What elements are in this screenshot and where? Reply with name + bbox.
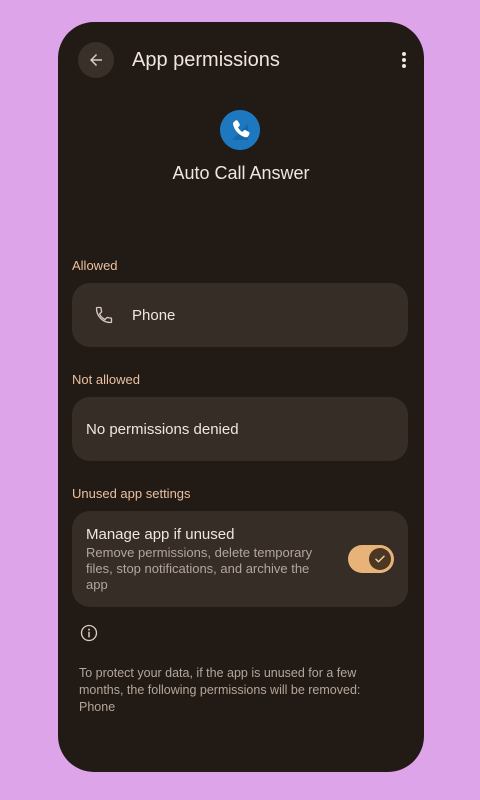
unused-app-settings-label: Unused app settings [72, 486, 191, 501]
back-button[interactable] [78, 42, 114, 78]
check-icon [375, 555, 385, 563]
manage-app-toggle[interactable] [348, 545, 394, 573]
allowed-section-label: Allowed [72, 258, 118, 273]
app-icon [220, 110, 260, 150]
phone-screen: App permissions Auto Call Answer Allowed… [58, 22, 424, 772]
permission-label: Phone [132, 307, 176, 324]
phone-icon [95, 306, 113, 324]
more-vertical-icon [402, 52, 406, 68]
not-allowed-section-label: Not allowed [72, 372, 140, 387]
toggle-knob [369, 548, 391, 570]
no-permissions-denied-card: No permissions denied [72, 397, 408, 461]
more-options-button[interactable] [396, 48, 412, 72]
permission-item-phone[interactable]: Phone [72, 283, 408, 347]
no-permissions-denied-text: No permissions denied [86, 421, 239, 438]
manage-app-if-unused-row[interactable]: Manage app if unused Remove permissions,… [72, 511, 408, 607]
info-icon [80, 624, 98, 642]
arrow-left-icon [90, 54, 102, 66]
phone-icon [220, 110, 260, 150]
top-app-bar: App permissions [58, 22, 424, 98]
manage-app-title: Manage app if unused [86, 526, 235, 543]
page-title: App permissions [132, 49, 280, 71]
app-name: Auto Call Answer [172, 163, 310, 183]
footer-info-text: To protect your data, if the app is unus… [79, 666, 361, 714]
manage-app-description: Remove permissions, delete temporary fil… [86, 545, 313, 592]
